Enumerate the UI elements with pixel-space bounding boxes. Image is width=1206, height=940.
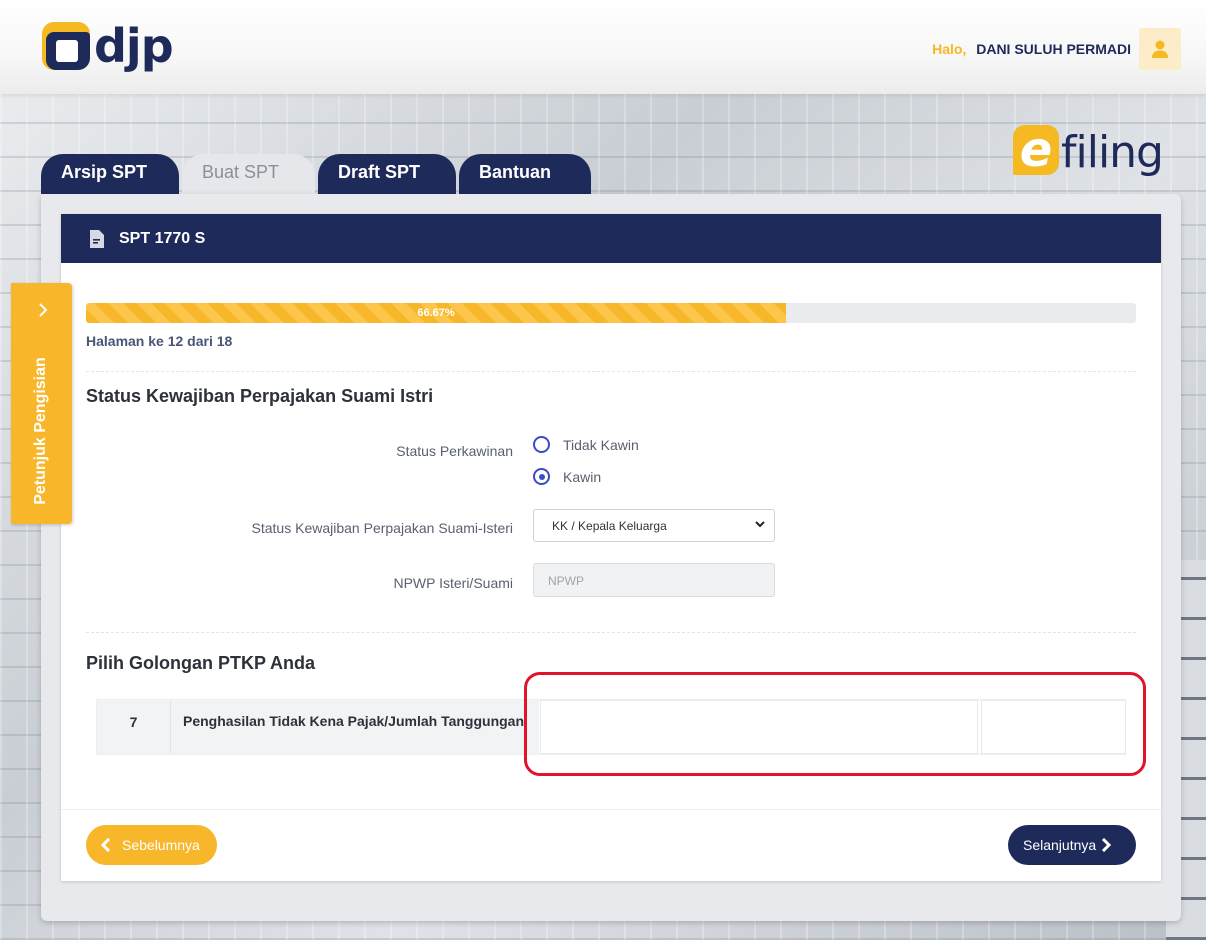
section-title-ptkp: Pilih Golongan PTKP Anda	[86, 653, 316, 673]
user-greeting: Halo, DANI SULUH PERMADI	[932, 41, 1131, 57]
radio-kawin[interactable]: Kawin	[533, 468, 601, 485]
greeting-text: Halo,	[932, 41, 967, 57]
row-number: 7	[97, 700, 170, 754]
obligation-status-label: Status Kewajiban Perpajakan Suami-Isteri	[251, 520, 513, 536]
radio-label: Tidak Kawin	[563, 436, 639, 453]
previous-button-label: Sebelumnya	[122, 837, 200, 853]
document-icon	[90, 229, 104, 248]
djp-logo[interactable]: djp	[42, 19, 174, 73]
radio-label: Kawin	[563, 468, 602, 485]
user-avatar-button[interactable]	[1139, 28, 1181, 70]
chevron-right-icon	[39, 303, 48, 317]
radio-button[interactable]	[533, 436, 550, 453]
progress-bar: 66.67%	[86, 303, 1136, 323]
tab-arsip-spt[interactable]: Arsip SPT	[41, 154, 179, 194]
next-button[interactable]: Selanjutnya	[1008, 825, 1136, 865]
radio-tidak-kawin[interactable]: Tidak Kawin	[533, 436, 639, 453]
progress-fill: 66.67%	[86, 303, 787, 323]
efiling-text: filing	[1061, 127, 1164, 178]
tab-draft-spt[interactable]: Draft SPT	[318, 154, 456, 194]
efiling-logo: e filing	[1013, 125, 1164, 178]
section-divider	[86, 371, 1136, 372]
user-icon	[1152, 40, 1168, 58]
previous-button[interactable]: Sebelumnya	[86, 825, 217, 865]
djp-logo-text: djp	[94, 19, 174, 73]
chevron-left-icon	[100, 838, 111, 852]
npwp-label: NPWP Isteri/Suami	[393, 575, 513, 591]
section-title-status: Status Kewajiban Perpajakan Suami Istri	[86, 386, 434, 406]
radio-button-checked[interactable]	[533, 468, 550, 485]
chevron-right-icon	[1102, 838, 1112, 852]
efiling-e-icon: e	[1013, 125, 1059, 175]
marital-status-label: Status Perkawinan	[396, 443, 513, 459]
filling-guide-toggle[interactable]: Petunjuk Pengisian	[11, 283, 72, 524]
select-value: KK / Kepala Keluarga	[552, 519, 667, 533]
user-name[interactable]: DANI SULUH PERMADI	[976, 41, 1131, 57]
spt-form-card: SPT 1770 S 66.67% Halaman ke 12 dari 18 …	[61, 214, 1161, 881]
tab-buat-spt[interactable]: Buat SPT	[182, 154, 315, 194]
card-header: SPT 1770 S	[61, 214, 1161, 263]
next-button-label: Selanjutnya	[1023, 837, 1097, 853]
section-divider	[86, 632, 1136, 633]
main-tabs: Arsip SPT Buat SPT Draft SPT Bantuan	[41, 154, 594, 194]
obligation-status-select[interactable]: KK / Kepala Keluarga	[533, 509, 775, 542]
chevron-down-icon	[755, 521, 765, 528]
filling-guide-label: Petunjuk Pengisian	[32, 357, 49, 505]
npwp-input[interactable]: NPWP	[533, 563, 775, 597]
djp-logo-mark-icon	[42, 22, 90, 70]
top-header: djp Halo, DANI SULUH PERMADI	[0, 0, 1206, 94]
tab-bantuan[interactable]: Bantuan	[459, 154, 591, 194]
card-title: SPT 1770 S	[119, 229, 206, 247]
page-indicator: Halaman ke 12 dari 18	[86, 333, 233, 349]
row-label: Penghasilan Tidak Kena Pajak/Jumlah Tang…	[170, 700, 539, 754]
red-highlight-annotation	[524, 672, 1146, 776]
card-footer-divider	[61, 809, 1161, 810]
